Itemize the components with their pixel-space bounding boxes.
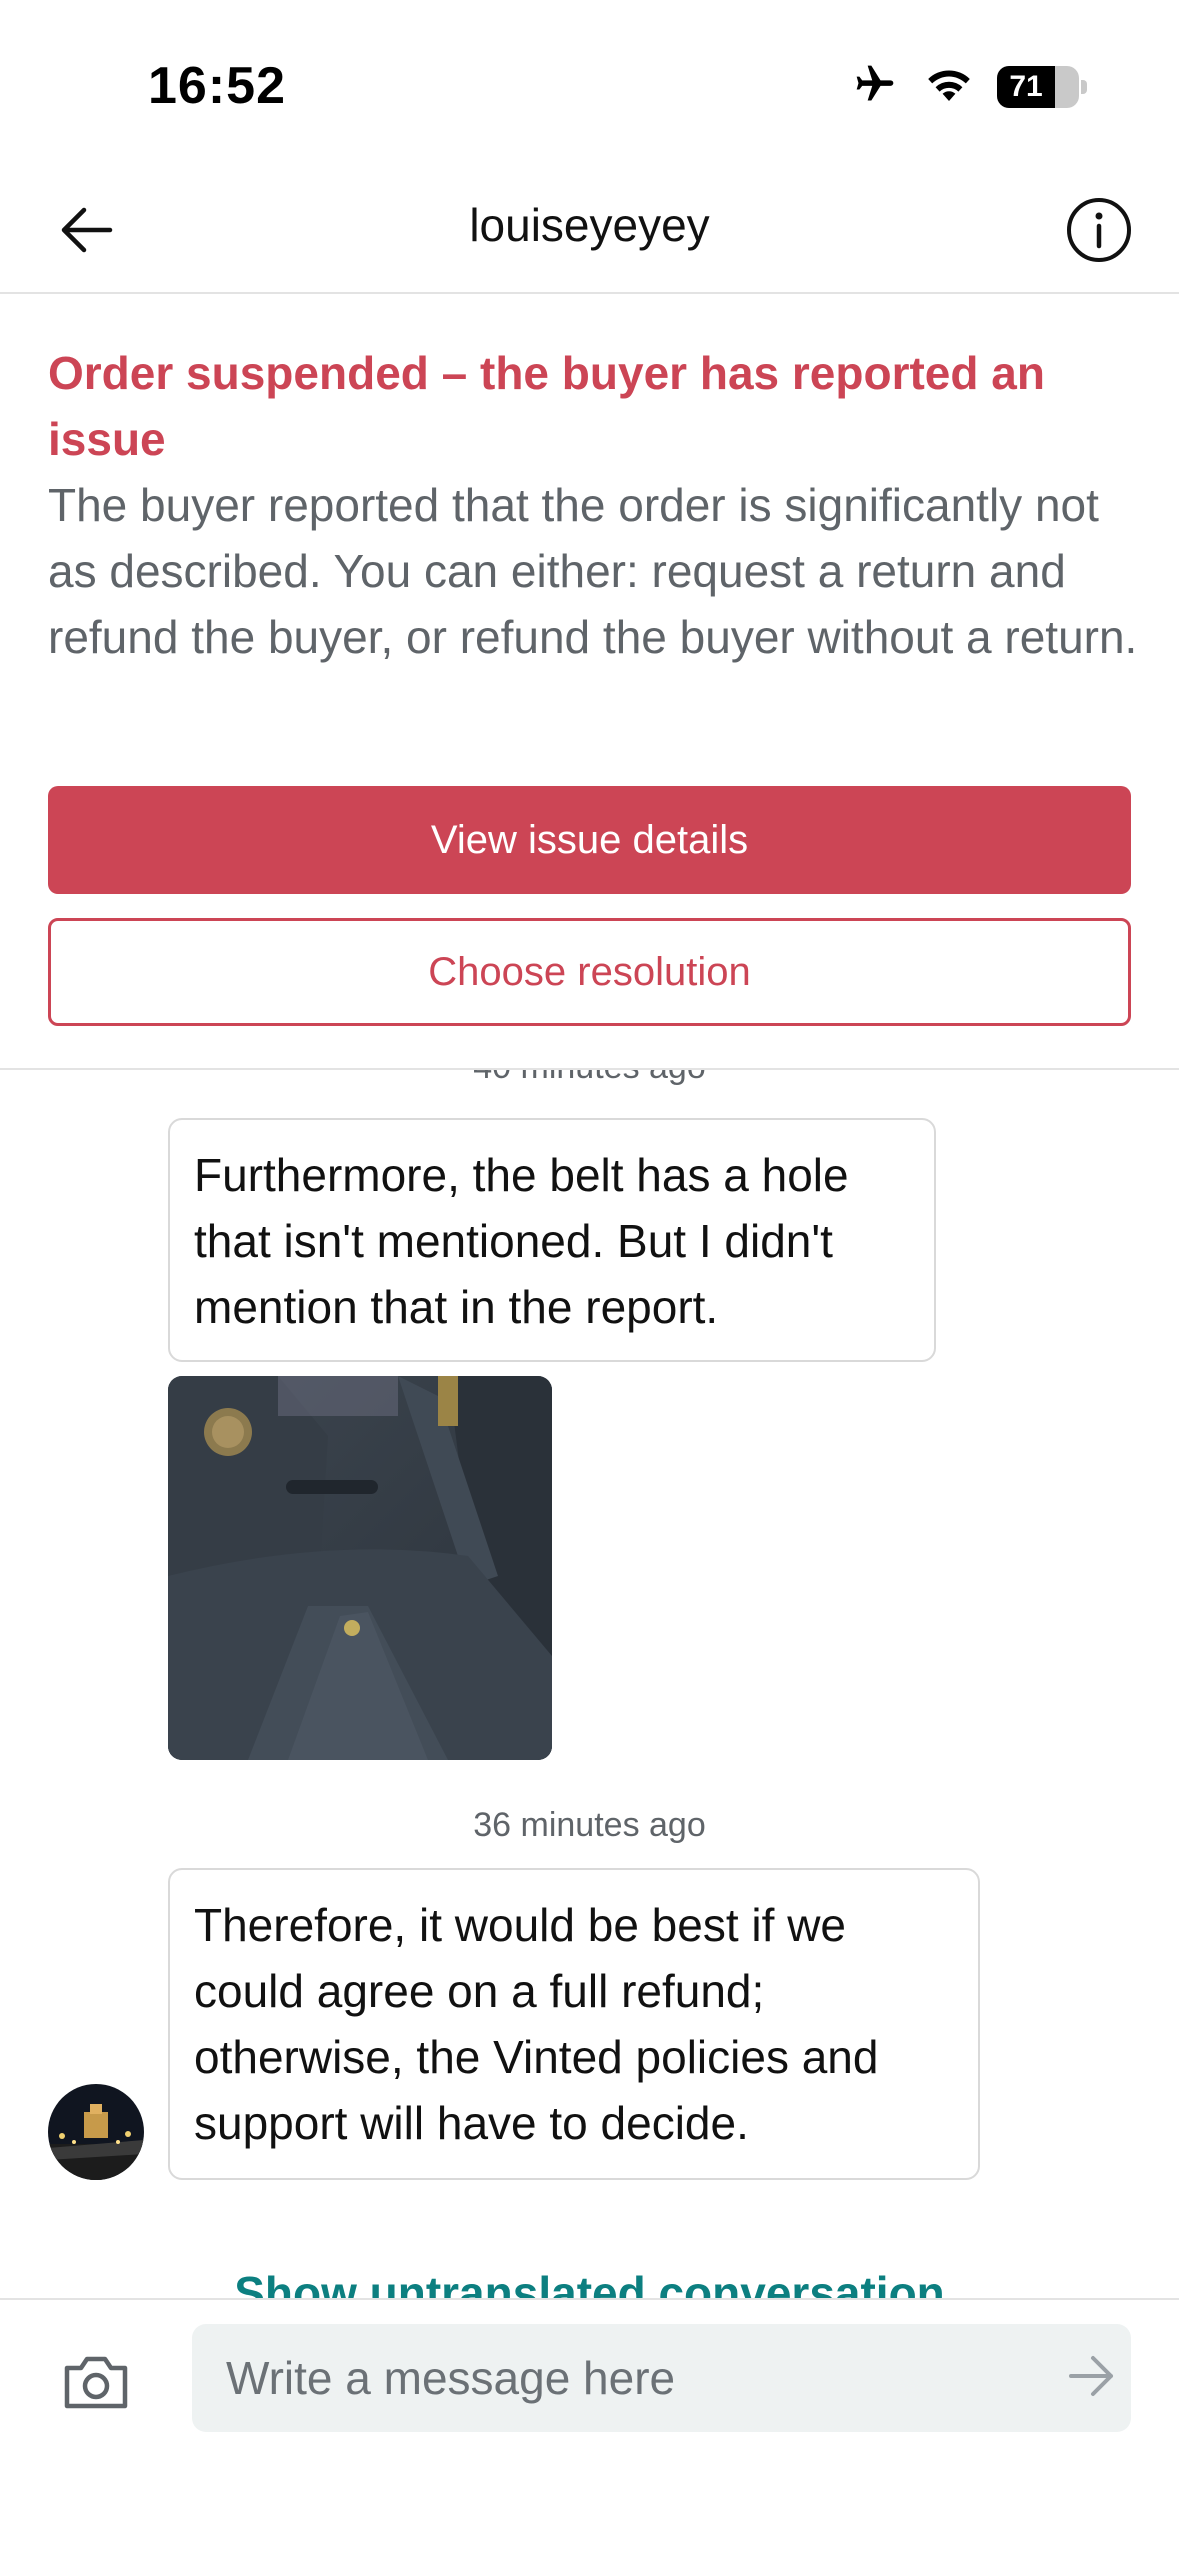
message-timestamp: 36 minutes ago	[473, 1806, 706, 1844]
message-bubble[interactable]: Therefore, it would be best if we could …	[168, 1868, 980, 2180]
message-list[interactable]: 40 minutes ago Furthermore, the belt has…	[0, 1000, 1179, 2300]
battery-icon: 71	[997, 65, 1087, 108]
info-button[interactable]	[1059, 192, 1139, 272]
message-photo[interactable]	[168, 1376, 552, 1760]
conversation-header: louiseyeyey	[0, 170, 1179, 294]
conversation-title[interactable]: louiseyeyey	[0, 198, 1179, 252]
wifi-icon	[923, 64, 975, 109]
avatar[interactable]	[48, 2084, 144, 2180]
alert-body: The buyer reported that the order is sig…	[48, 479, 1138, 663]
status-time: 16:52	[148, 57, 286, 115]
status-icons: 71	[849, 62, 1087, 111]
info-circle-icon	[1065, 196, 1133, 269]
send-button[interactable]	[1059, 2346, 1123, 2410]
choose-resolution-button[interactable]: Choose resolution	[48, 918, 1131, 1026]
message-bubble[interactable]: Furthermore, the belt has a hole that is…	[168, 1118, 936, 1362]
airplane-icon	[849, 62, 901, 111]
status-bar: 16:52 71	[0, 0, 1179, 170]
arrow-right-icon	[1067, 2354, 1115, 2403]
message-input[interactable]	[192, 2324, 1131, 2432]
alert-title: Order suspended – the buyer has reported…	[48, 347, 1045, 465]
jacket-photo	[168, 1376, 552, 1760]
camera-icon	[61, 2352, 131, 2417]
message-composer	[0, 2298, 1179, 2556]
order-suspended-panel: Order suspended – the buyer has reported…	[0, 296, 1179, 1070]
show-untranslated-link[interactable]: Show untranslated conversation	[0, 2266, 1179, 2300]
camera-button[interactable]	[58, 2346, 134, 2422]
view-issue-details-button[interactable]: View issue details	[48, 786, 1131, 894]
battery-level: 71	[1009, 69, 1043, 103]
